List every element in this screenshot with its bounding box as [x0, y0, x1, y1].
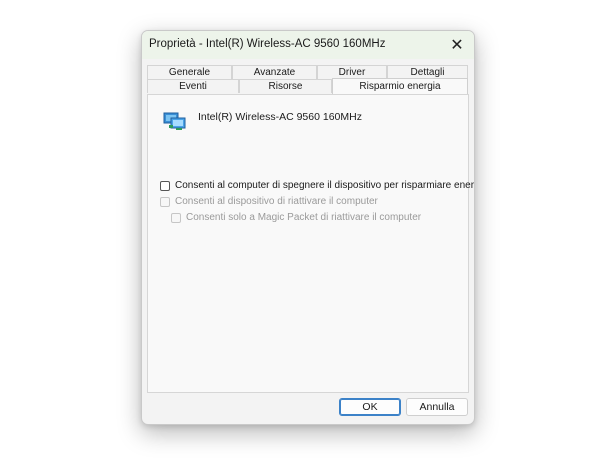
tab-dettagli[interactable]: Dettagli — [387, 65, 468, 79]
tab-eventi[interactable]: Eventi — [147, 79, 239, 93]
tab-risparmio-energia[interactable]: Risparmio energia — [332, 78, 468, 94]
option-label: Consenti al dispositivo di riattivare il… — [175, 196, 378, 207]
close-button[interactable]: ✕ — [440, 31, 474, 59]
ok-button[interactable]: OK — [339, 398, 401, 416]
option-allow-turn-off[interactable]: Consenti al computer di spegnere il disp… — [160, 180, 475, 191]
option-magic-packet-only[interactable]: Consenti solo a Magic Packet di riattiva… — [171, 212, 421, 223]
properties-dialog: Proprietà - Intel(R) Wireless-AC 9560 16… — [141, 30, 475, 425]
tab-avanzate[interactable]: Avanzate — [232, 65, 317, 79]
tab-row-bottom: Eventi Risorse Risparmio energia — [147, 78, 468, 94]
option-label: Consenti al computer di spegnere il disp… — [175, 180, 475, 191]
cancel-button[interactable]: Annulla — [406, 398, 468, 416]
checkbox-magic-packet-only[interactable] — [171, 212, 181, 223]
option-allow-wake[interactable]: Consenti al dispositivo di riattivare il… — [160, 196, 378, 207]
tab-driver[interactable]: Driver — [317, 65, 387, 79]
checkbox-allow-turn-off[interactable] — [160, 180, 170, 191]
tab-generale[interactable]: Generale — [147, 65, 232, 79]
checkbox-allow-wake[interactable] — [160, 196, 170, 207]
title-bar[interactable]: Proprietà - Intel(R) Wireless-AC 9560 16… — [142, 31, 474, 59]
tab-risorse[interactable]: Risorse — [239, 79, 332, 93]
tab-panel-power-management: Intel(R) Wireless-AC 9560 160MHz Consent… — [147, 94, 474, 393]
window-title: Proprietà - Intel(R) Wireless-AC 9560 16… — [149, 38, 386, 50]
tab-row-top: Generale Avanzate Driver Dettagli — [147, 65, 468, 79]
option-label: Consenti solo a Magic Packet di riattiva… — [186, 212, 422, 223]
device-name: Intel(R) Wireless-AC 9560 160MHz — [198, 111, 362, 123]
dialog-footer: OK Annulla — [142, 393, 474, 424]
network-adapter-icon — [163, 112, 186, 130]
close-icon: ✕ — [450, 37, 464, 54]
